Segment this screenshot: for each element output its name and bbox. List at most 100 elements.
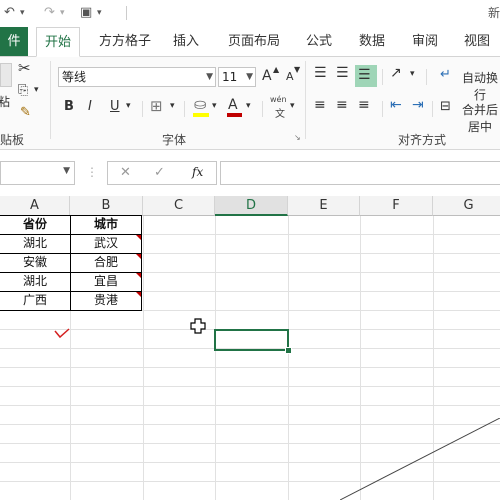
increase-indent-icon[interactable]: ⇥	[412, 97, 424, 113]
comment-indicator[interactable]	[136, 273, 141, 278]
font-name-value: 等线	[62, 70, 87, 84]
comment-indicator[interactable]	[136, 292, 141, 297]
paste-icon[interactable]	[0, 63, 12, 87]
tab-fangfang[interactable]: 方方格子	[94, 27, 156, 56]
tab-home[interactable]: 开始	[36, 27, 80, 57]
fill-color-swatch	[193, 113, 209, 117]
checkmark-annotation-icon	[54, 328, 70, 339]
font-dialog-launcher-icon[interactable]: ↘	[294, 133, 301, 142]
tab-page-layout[interactable]: 页面布局	[224, 27, 284, 56]
tab-file[interactable]: 件	[0, 27, 28, 56]
column-header-c[interactable]: C	[143, 196, 215, 216]
column-header-g[interactable]: G	[433, 196, 500, 216]
tab-formulas[interactable]: 公式	[302, 27, 336, 56]
bold-button[interactable]: B	[64, 99, 74, 114]
enter-icon[interactable]: ✓	[154, 165, 165, 180]
underline-button[interactable]: U	[110, 99, 120, 114]
tab-review[interactable]: 审阅	[408, 27, 442, 56]
chevron-down-icon[interactable]: ▼	[246, 68, 253, 86]
fill-handle[interactable]	[285, 347, 292, 354]
comment-indicator[interactable]	[136, 235, 141, 240]
italic-button[interactable]: I	[88, 99, 92, 114]
borders-icon[interactable]: ⊞	[150, 97, 163, 115]
insert-function-icon[interactable]: fx	[192, 165, 203, 179]
touch-mode-icon[interactable]: ▣	[80, 4, 92, 22]
copy-icon[interactable]: ⎘	[18, 83, 28, 98]
chevron-down-icon[interactable]: ▼	[206, 68, 213, 86]
tab-data[interactable]: 数据	[355, 27, 389, 56]
ribbon-divider	[305, 61, 306, 139]
ribbon-divider	[382, 69, 383, 85]
cancel-icon[interactable]: ✕	[120, 165, 131, 180]
gridline	[0, 386, 500, 387]
tab-insert[interactable]: 插入	[168, 27, 204, 56]
align-top-icon[interactable]: ☰	[314, 65, 327, 81]
worksheet-grid[interactable]: A B C D E F G 省份 城市 湖北 武汉 安徽 合肥 湖北 宜昌 广西…	[0, 196, 500, 500]
ribbon-divider	[142, 101, 143, 117]
borders-dropdown-icon[interactable]: ▾	[170, 101, 175, 111]
decrease-indent-icon[interactable]: ⇤	[390, 97, 402, 113]
table-cell[interactable]: 广西	[0, 291, 70, 310]
grow-font-button[interactable]: A	[262, 68, 272, 84]
align-center-icon[interactable]: ≡	[336, 97, 348, 113]
paste-label[interactable]: 粘	[0, 93, 10, 110]
redo-icon[interactable]: ↷	[44, 4, 55, 22]
column-header-b[interactable]: B	[70, 196, 143, 216]
font-color-dropdown-icon[interactable]: ▾	[246, 101, 251, 111]
formula-controls: ✕ ✓ fx	[107, 161, 217, 185]
selected-cell[interactable]	[214, 329, 289, 351]
wrap-text-label[interactable]: 自动换行	[460, 69, 500, 103]
column-header-f[interactable]: F	[360, 196, 433, 216]
merge-center-icon[interactable]: ⊟	[440, 99, 451, 114]
shrink-font-button[interactable]: A	[286, 70, 294, 83]
orientation-icon[interactable]: ↗	[390, 65, 402, 81]
column-header-d[interactable]: D	[215, 196, 288, 216]
table-cell[interactable]: 贵港	[70, 291, 142, 310]
tab-view[interactable]: 视图	[460, 27, 494, 56]
align-left-icon[interactable]: ≡	[314, 97, 326, 113]
name-box-dropdown-icon[interactable]: ▼	[63, 166, 70, 176]
fill-color-dropdown-icon[interactable]: ▾	[212, 101, 217, 111]
underline-dropdown-icon[interactable]: ▾	[126, 101, 131, 111]
cell-a-header[interactable]: 省份	[0, 215, 70, 234]
phonetic-guide-icon[interactable]: 文	[275, 105, 285, 120]
table-cell[interactable]: 合肥	[70, 253, 142, 272]
align-middle-icon[interactable]: ☰	[336, 65, 349, 81]
orientation-dropdown-icon[interactable]: ▾	[410, 69, 415, 79]
shrink-font-arrow-icon: ▼	[294, 65, 301, 74]
font-color-icon[interactable]: A	[228, 97, 238, 113]
wrap-text-icon[interactable]: ↵	[440, 67, 451, 82]
phonetic-dropdown-icon[interactable]: ▾	[290, 101, 295, 111]
font-size-combo[interactable]: 11 ▼	[218, 67, 256, 87]
customize-qat-icon[interactable]: ▾	[97, 4, 102, 22]
table-cell[interactable]: 湖北	[0, 234, 70, 253]
comment-indicator[interactable]	[136, 254, 141, 259]
gridline	[288, 216, 289, 500]
cell-cursor-icon	[190, 318, 206, 334]
name-box[interactable]: ▼	[0, 161, 75, 185]
fill-color-icon[interactable]: ⛀	[194, 95, 207, 113]
gridline	[143, 216, 144, 500]
table-cell[interactable]: 宜昌	[70, 272, 142, 291]
redo-dropdown-icon[interactable]: ▾	[60, 4, 65, 22]
grow-font-arrow-icon: ▲	[273, 65, 280, 74]
undo-icon[interactable]: ↶	[4, 4, 15, 22]
ribbon-divider	[184, 101, 185, 117]
column-header-e[interactable]: E	[288, 196, 360, 216]
font-name-combo[interactable]: 等线 ▼	[58, 67, 216, 87]
undo-dropdown-icon[interactable]: ▾	[20, 4, 25, 22]
copy-dropdown-icon[interactable]: ▾	[34, 85, 39, 95]
table-cell[interactable]: 湖北	[0, 272, 70, 291]
align-bottom-icon[interactable]: ☰	[358, 67, 371, 83]
phonetic-label[interactable]: wén	[270, 95, 287, 104]
cut-icon[interactable]: ✂	[18, 59, 31, 77]
align-right-icon[interactable]: ≡	[358, 97, 370, 113]
cell-b-header[interactable]: 城市	[70, 215, 142, 234]
ribbon: 粘 ✂ ⎘ ▾ ✎ 贴板 等线 ▼ 11 ▼ A ▲ A ▼ B I U ▾ ⊞…	[0, 57, 500, 150]
formula-input[interactable]	[220, 161, 500, 185]
format-painter-icon[interactable]: ✎	[20, 105, 31, 120]
table-cell[interactable]: 安徽	[0, 253, 70, 272]
table-cell[interactable]: 武汉	[70, 234, 142, 253]
column-header-a[interactable]: A	[0, 196, 70, 216]
merge-center-label[interactable]: 合并后居中	[460, 101, 500, 135]
